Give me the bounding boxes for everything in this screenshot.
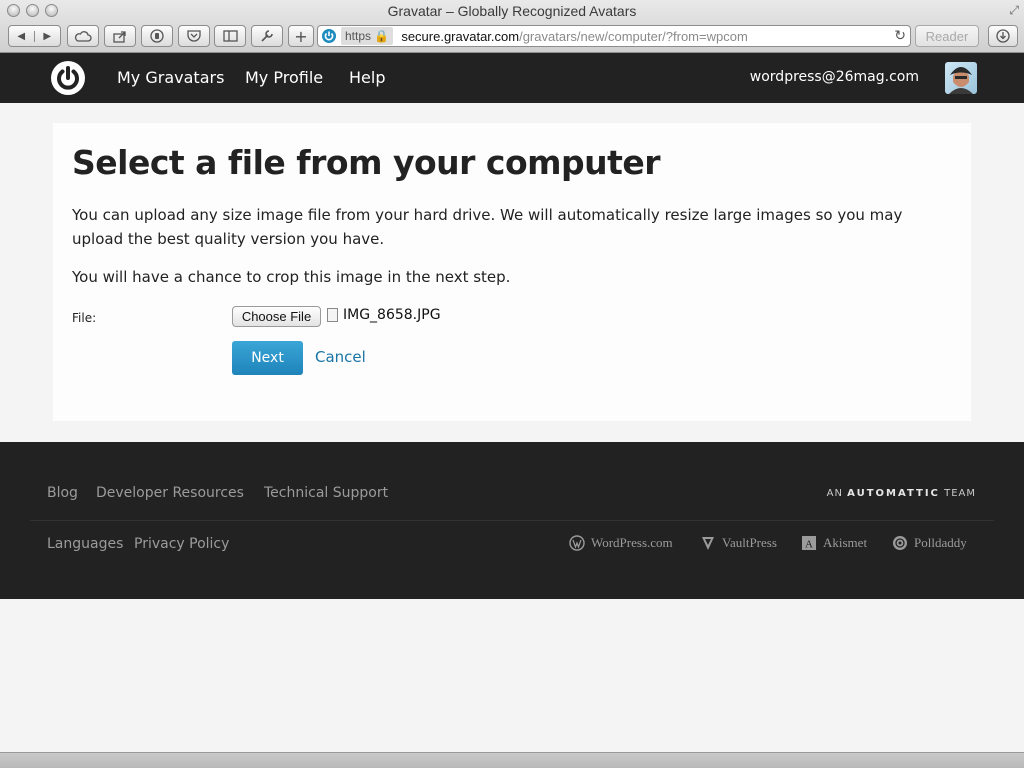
download-icon: [996, 29, 1010, 43]
intro-text: You can upload any size image file from …: [72, 206, 903, 248]
private-browsing-button[interactable]: [141, 25, 173, 47]
https-indicator: https 🔒: [341, 27, 394, 45]
automattic-name: AUTOMATTIC: [847, 488, 940, 499]
pocket-icon: [187, 30, 201, 42]
upload-card: Select a file from your computer You can…: [53, 123, 971, 421]
developer-tools-button[interactable]: [251, 25, 283, 47]
brand-polldaddy[interactable]: Polldaddy: [892, 535, 967, 551]
nav-help[interactable]: Help: [349, 68, 385, 87]
address-bar[interactable]: https 🔒 secure.gravatar.com/gravatars/ne…: [317, 25, 911, 47]
footer-link-blog[interactable]: Blog: [47, 485, 78, 501]
user-email[interactable]: wordpress@26mag.com: [750, 69, 919, 85]
downloads-button[interactable]: [988, 25, 1018, 47]
page-title: Select a file from your computer: [72, 143, 661, 182]
choose-file-button[interactable]: Choose File: [232, 306, 321, 327]
polldaddy-icon: [892, 535, 908, 551]
automattic-suffix: TEAM: [944, 488, 976, 499]
gravatar-favicon-icon: [320, 27, 338, 45]
brand-vaultpress[interactable]: VaultPress: [700, 535, 777, 551]
wordpress-icon: [569, 535, 585, 551]
automattic-prefix: AN: [826, 488, 843, 499]
brand-label: Akismet: [823, 535, 868, 550]
akismet-icon: A: [801, 535, 817, 551]
pocket-button[interactable]: [178, 25, 210, 47]
url-host: secure.gravatar.com: [401, 28, 520, 44]
hand-icon: [150, 29, 164, 43]
brand-akismet[interactable]: A Akismet: [801, 535, 867, 551]
plus-icon: +: [294, 26, 308, 46]
sidebar-icon: [222, 30, 238, 42]
reader-button[interactable]: Reader: [915, 25, 979, 47]
cloud-icon: [74, 31, 92, 42]
cancel-link[interactable]: Cancel: [315, 348, 366, 366]
nav-my-profile[interactable]: My Profile: [245, 68, 323, 87]
share-icon: [113, 30, 126, 43]
site-footer: Blog Developer Resources Technical Suppo…: [0, 442, 1024, 599]
fullscreen-icon[interactable]: ⤢: [1009, 3, 1019, 18]
new-tab-button[interactable]: +: [288, 25, 314, 47]
site-header: My Gravatars My Profile Help wordpress@2…: [0, 53, 1024, 103]
vaultpress-icon: [700, 535, 716, 551]
file-label: File:: [72, 311, 97, 325]
reload-icon[interactable]: ↻: [894, 27, 906, 44]
automattic-team-logo[interactable]: AN AUTOMATTIC TEAM: [827, 488, 976, 499]
next-button[interactable]: Next: [232, 341, 303, 375]
protocol-label: https: [345, 29, 372, 43]
nav-my-gravatars[interactable]: My Gravatars: [117, 68, 224, 87]
svg-text:A: A: [805, 539, 813, 551]
wrench-icon: [261, 30, 273, 42]
image-file-icon: [327, 308, 338, 322]
back-button[interactable]: ◀: [9, 30, 35, 42]
sidebar-button[interactable]: [214, 25, 246, 47]
avatar[interactable]: [945, 62, 977, 94]
selected-file-name: IMG_8658.JPG: [343, 307, 441, 323]
brand-label: VaultPress: [722, 535, 777, 550]
forward-button[interactable]: ▶: [35, 31, 60, 42]
footer-link-languages[interactable]: Languages: [47, 536, 123, 552]
footer-divider: [30, 520, 994, 521]
lock-icon: 🔒: [374, 29, 390, 43]
footer-link-privacy-policy[interactable]: Privacy Policy: [134, 536, 229, 552]
url-path: /gravatars/new/computer/?from=wpcom: [519, 28, 748, 44]
icloud-tabs-button[interactable]: [67, 25, 99, 47]
back-forward-buttons: ◀ ▶: [8, 25, 61, 47]
crop-note: You will have a chance to crop this imag…: [72, 268, 511, 286]
window-bottom-edge: [0, 752, 1024, 768]
gravatar-logo-icon[interactable]: [50, 60, 86, 96]
share-button[interactable]: [104, 25, 136, 47]
footer-link-technical-support[interactable]: Technical Support: [264, 485, 388, 501]
brand-wordpress[interactable]: WordPress.com: [569, 535, 673, 551]
window-title: Gravatar – Globally Recognized Avatars: [387, 3, 637, 19]
footer-link-developer-resources[interactable]: Developer Resources: [96, 485, 244, 501]
browser-toolbar: Gravatar – Globally Recognized Avatars ⤢…: [0, 0, 1024, 53]
brand-label: WordPress.com: [591, 535, 673, 550]
brand-label: Polldaddy: [914, 535, 967, 550]
